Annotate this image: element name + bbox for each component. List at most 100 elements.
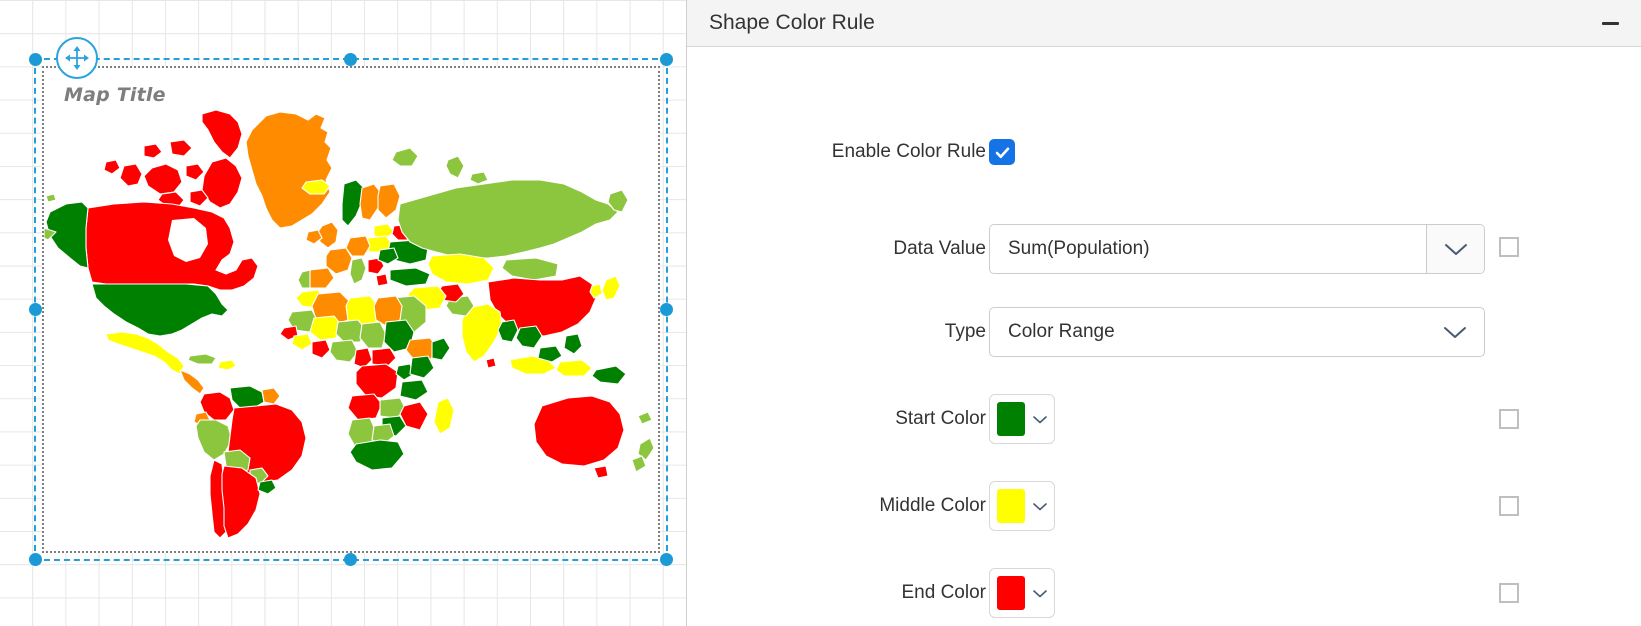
region-myanmar bbox=[497, 319, 519, 343]
minimize-button[interactable] bbox=[1597, 12, 1623, 34]
region-ellesmere bbox=[201, 109, 243, 159]
type-selected: Color Range bbox=[1008, 321, 1115, 342]
region-cuba bbox=[187, 353, 217, 365]
end-color-swatch bbox=[997, 576, 1025, 610]
type-dropdown-button[interactable] bbox=[1426, 308, 1484, 356]
region-russia bbox=[397, 179, 619, 259]
start-color-swatch bbox=[997, 402, 1025, 436]
region-japan bbox=[601, 275, 621, 301]
resize-handle-top-left[interactable] bbox=[29, 53, 42, 66]
region-uruguay bbox=[257, 479, 277, 495]
start-color-dropdown-button[interactable] bbox=[1025, 414, 1054, 425]
region-victoria-island bbox=[143, 163, 183, 195]
label-start-color: Start Color bbox=[895, 408, 986, 429]
world-map bbox=[44, 108, 658, 548]
region-arctic-islet-a bbox=[143, 143, 163, 159]
region-finland bbox=[377, 183, 401, 219]
region-arctic-islet-d bbox=[103, 159, 121, 175]
map-shape[interactable]: Map Title bbox=[42, 66, 660, 553]
end-color-option-checkbox[interactable] bbox=[1499, 583, 1519, 603]
move-arrows-icon bbox=[65, 46, 89, 70]
resize-handle-top-center[interactable] bbox=[344, 53, 357, 66]
move-handle-icon[interactable] bbox=[56, 37, 98, 79]
region-greece bbox=[375, 273, 389, 287]
middle-color-option-checkbox[interactable] bbox=[1499, 496, 1519, 516]
minus-icon bbox=[1601, 21, 1619, 25]
region-arctic-islet-c bbox=[185, 163, 205, 181]
panel-header: Shape Color Rule bbox=[687, 0, 1641, 47]
resize-handle-bottom-left[interactable] bbox=[29, 553, 42, 566]
region-somalia bbox=[431, 337, 451, 361]
region-drcongo bbox=[355, 363, 399, 399]
start-color-option-checkbox[interactable] bbox=[1499, 409, 1519, 429]
region-portugal bbox=[297, 269, 311, 289]
end-color-picker[interactable] bbox=[989, 568, 1055, 618]
region-italy bbox=[349, 257, 367, 285]
chevron-down-icon bbox=[1032, 415, 1047, 423]
panel-body: Enable Color Rule Data Value Sum(Populat… bbox=[687, 47, 1641, 626]
chevron-down-icon bbox=[1444, 244, 1467, 255]
resize-handle-middle-right[interactable] bbox=[660, 302, 673, 316]
region-tasmania bbox=[593, 465, 609, 479]
region-baffin bbox=[201, 157, 243, 209]
region-indonesia-b bbox=[555, 359, 593, 377]
region-romania bbox=[377, 247, 399, 265]
region-greenland bbox=[245, 111, 333, 229]
chevron-down-icon bbox=[1032, 589, 1047, 597]
app-root: Map Title Shape Color Rule Enable Color … bbox=[0, 0, 1641, 626]
resize-handle-middle-left[interactable] bbox=[29, 302, 42, 316]
region-svalbard bbox=[391, 147, 419, 167]
region-turkey bbox=[389, 267, 431, 287]
region-kazakhstan bbox=[427, 253, 495, 285]
region-nz-islet bbox=[637, 411, 653, 425]
region-arctic-islet-b bbox=[169, 139, 193, 157]
label-enable-color-rule: Enable Color Rule bbox=[831, 141, 986, 162]
region-chad bbox=[359, 321, 387, 349]
data-value-option-checkbox[interactable] bbox=[1499, 237, 1519, 257]
panel-title: Shape Color Rule bbox=[709, 11, 875, 34]
region-ghana bbox=[311, 339, 331, 359]
region-madagascar bbox=[433, 397, 455, 435]
region-united-states bbox=[91, 283, 229, 337]
chevron-down-icon bbox=[1444, 327, 1466, 338]
resize-handle-bottom-right[interactable] bbox=[660, 553, 673, 566]
start-color-picker[interactable] bbox=[989, 394, 1055, 444]
region-novaya-zemlya bbox=[445, 155, 465, 179]
region-guinea bbox=[291, 333, 313, 351]
label-end-color: End Color bbox=[901, 582, 987, 603]
type-select[interactable]: Color Range bbox=[989, 307, 1485, 357]
region-south-africa bbox=[349, 439, 405, 471]
map-title: Map Title bbox=[64, 84, 166, 106]
region-argentina bbox=[221, 465, 261, 539]
region-nigeria bbox=[329, 339, 359, 363]
label-middle-color: Middle Color bbox=[879, 495, 986, 516]
region-png bbox=[591, 365, 627, 385]
middle-color-dropdown-button[interactable] bbox=[1025, 501, 1054, 512]
region-hispaniola bbox=[217, 359, 237, 371]
region-borneo bbox=[537, 345, 563, 363]
shape-color-rule-panel: Shape Color Rule Enable Color Rule Data … bbox=[686, 0, 1641, 626]
region-sea bbox=[515, 325, 543, 349]
region-central-america bbox=[179, 369, 205, 395]
data-value-dropdown-button[interactable] bbox=[1426, 225, 1484, 273]
region-mexico bbox=[105, 331, 185, 375]
region-banks-island bbox=[119, 163, 143, 187]
data-value-selected: Sum(Population) bbox=[1008, 238, 1150, 259]
region-arctic-ru bbox=[469, 171, 489, 185]
region-australia bbox=[533, 395, 625, 467]
middle-color-swatch bbox=[997, 489, 1025, 523]
check-icon bbox=[995, 147, 1009, 158]
region-alaska-islet bbox=[45, 193, 57, 203]
region-srilanka bbox=[485, 357, 497, 369]
data-value-select[interactable]: Sum(Population) bbox=[989, 224, 1485, 274]
design-canvas[interactable]: Map Title bbox=[0, 0, 686, 626]
end-color-dropdown-button[interactable] bbox=[1025, 588, 1054, 599]
enable-color-rule-checkbox[interactable] bbox=[989, 139, 1015, 165]
resize-handle-bottom-center[interactable] bbox=[344, 553, 357, 566]
middle-color-picker[interactable] bbox=[989, 481, 1055, 531]
resize-handle-top-right[interactable] bbox=[660, 53, 673, 66]
region-philippines bbox=[563, 333, 583, 355]
region-mongolia bbox=[501, 257, 559, 281]
label-data-value: Data Value bbox=[893, 238, 986, 259]
chevron-down-icon bbox=[1032, 502, 1047, 510]
